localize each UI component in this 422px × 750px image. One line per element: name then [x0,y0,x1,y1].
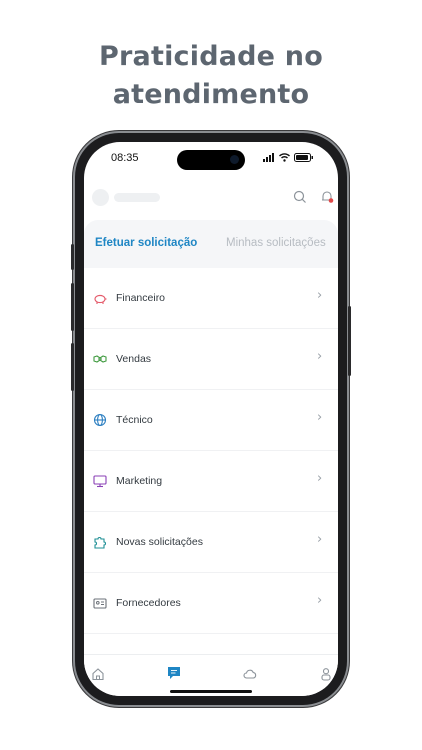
status-bar: 08:35 [84,142,338,178]
list-item-vendas[interactable]: Vendas › [84,329,338,390]
bell-icon[interactable] [320,190,334,204]
list-item-novas-solicitacoes[interactable]: Novas solicitações › [84,512,338,573]
dynamic-island [177,150,245,170]
headline-line-1: Praticidade no [99,41,323,72]
chevron-right-icon: › [317,532,323,547]
id-card-icon [93,598,107,609]
tab-efetuar-solicitacao[interactable]: Efetuar solicitação [95,237,197,249]
wifi-icon [279,153,290,162]
chevron-right-icon: › [317,410,323,425]
chat-icon[interactable] [167,666,181,680]
list-item-label: Financeiro [116,292,166,304]
home-indicator[interactable] [170,690,252,693]
app-header [84,180,338,216]
home-icon[interactable] [91,667,105,681]
headline: Praticidade no atendimento [0,38,422,114]
list-item-marketing[interactable]: Marketing › [84,451,338,512]
list-item-fornecedores[interactable]: Fornecedores › [84,573,338,634]
list-item-label: Novas solicitações [116,536,203,548]
list-item-label: Marketing [116,475,163,487]
chevron-right-icon: › [317,471,323,486]
puzzle-icon [94,537,106,549]
camera-icon [230,155,239,164]
chevron-right-icon: › [317,593,323,608]
side-button [348,306,351,376]
status-time: 08:35 [111,152,139,164]
side-button [71,244,74,270]
list-item-financeiro[interactable]: Financeiro › [84,268,338,329]
list-item-label: Vendas [116,353,152,365]
list-item-tecnico[interactable]: Técnico › [84,390,338,451]
battery-icon [294,153,313,162]
search-icon[interactable] [293,190,307,204]
tab-bar: Efetuar solicitação Minhas solicitações [84,220,338,268]
chevron-right-icon: › [317,288,323,303]
tab-minhas-solicitacoes[interactable]: Minhas solicitações [226,237,326,249]
handshake-icon [93,355,107,363]
monitor-icon [93,475,107,488]
side-button [71,343,74,391]
side-button [71,283,74,331]
list-item-label: Técnico [116,414,153,426]
cloud-icon[interactable] [243,667,257,681]
user-icon[interactable] [319,667,333,681]
headline-line-2: atendimento [112,79,310,110]
chevron-right-icon: › [317,349,323,364]
globe-icon [93,413,107,427]
status-icons [263,153,314,162]
user-name-placeholder [114,193,160,202]
phone-screen: 08:35 Efetuar solicitação Minhas solicit… [84,142,338,696]
list-item-label: Fornecedores [116,597,181,609]
avatar[interactable] [92,189,109,206]
request-category-list: Financeiro › Vendas › Técnico › Marketin… [84,268,338,634]
signal-icon [263,153,274,162]
piggy-bank-icon [94,294,107,304]
